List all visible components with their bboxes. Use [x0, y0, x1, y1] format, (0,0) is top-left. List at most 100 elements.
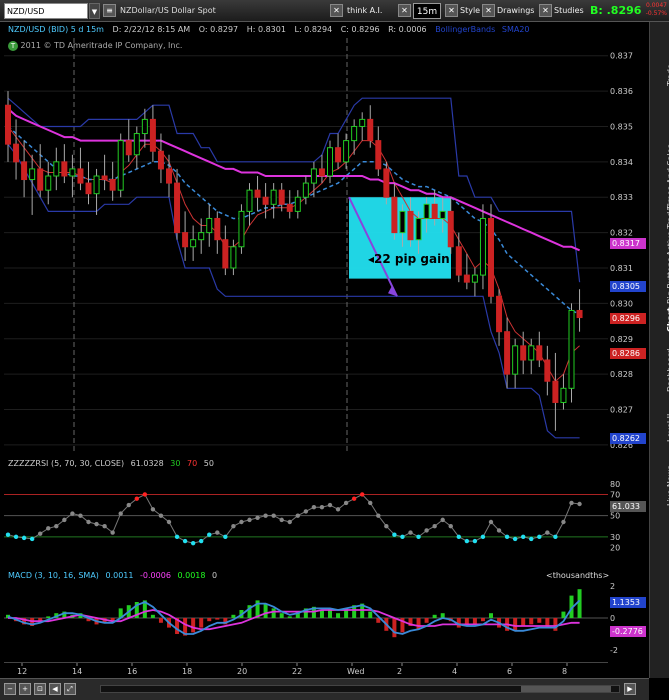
rsi-tick-label: 70 [610, 490, 620, 499]
price-chart[interactable] [4, 38, 608, 452]
macd-histogram-bar [577, 589, 582, 618]
candle-body [182, 232, 189, 248]
macd-axis[interactable]: 210-1-2 [608, 568, 648, 660]
annotation-arrowhead [388, 285, 397, 297]
style-button[interactable]: Style [460, 3, 480, 19]
rsi-point [512, 536, 518, 542]
price-tick-label: 0.830 [610, 299, 633, 308]
candle-body [270, 189, 277, 205]
price-tick-label: 0.832 [610, 229, 633, 238]
candle-body [351, 125, 358, 142]
macd-histogram-bar [199, 618, 204, 628]
macd-chart[interactable] [4, 568, 608, 660]
rsi-point [13, 534, 19, 540]
time-axis[interactable]: 12 14 16 18 20 22 Wed 2 4 6 8 [4, 662, 608, 676]
candle-body [69, 168, 76, 177]
zoom-in-icon[interactable]: + [19, 683, 31, 695]
timeframe-icon[interactable]: ✕ [398, 4, 411, 17]
drawings-icon[interactable]: ✕ [482, 4, 495, 17]
candle-body [479, 217, 486, 276]
timeframe-selector[interactable]: 15m [413, 3, 441, 19]
rsi-point [247, 517, 252, 523]
candle-body [504, 331, 511, 375]
scroll-left-icon[interactable]: ◀ [49, 683, 61, 695]
rsi-point [207, 532, 212, 537]
candle-body [512, 345, 519, 375]
price-tick-label: 0.833 [610, 193, 633, 202]
candle-body [528, 345, 535, 361]
price-tag: 0.8317 [610, 238, 646, 250]
candle-body [222, 239, 229, 269]
copyright-label: 2011 © TD Ameritrade IP Company, Inc. [20, 41, 183, 50]
time-tick-label: 12 [17, 667, 27, 676]
macd-tag-2: -0.2776 [610, 626, 646, 637]
symbol-input[interactable]: NZD/USD [4, 3, 88, 19]
candle-body [359, 118, 366, 127]
style-icon[interactable]: ✕ [445, 4, 458, 17]
rsi-point [368, 500, 373, 506]
symbol-dropdown-icon[interactable]: ▼ [89, 3, 100, 19]
rsi-tick-label: 30 [610, 533, 620, 542]
rsi-point [110, 530, 115, 535]
rsi-point [223, 534, 228, 540]
candle-body [214, 217, 221, 241]
drawings-button[interactable]: Drawings [497, 3, 534, 19]
macd-histogram-bar [336, 613, 341, 618]
time-scrollbar[interactable] [100, 685, 620, 693]
annotation-label[interactable]: ◂22 pip gain [368, 252, 450, 266]
time-tick-label: 4 [452, 667, 457, 676]
candle-body [302, 182, 309, 198]
rsi-point [392, 532, 397, 537]
candle-body [520, 345, 527, 361]
candle-body [85, 182, 92, 195]
rsi-point [5, 532, 11, 537]
macd-histogram-bar [521, 618, 526, 626]
candle-body [238, 210, 245, 248]
rsi-point [134, 496, 139, 501]
rsi-point [553, 534, 558, 540]
rsi-tag: 61.033 [610, 501, 646, 512]
rsi-point [537, 534, 542, 540]
price-tick-label: 0.828 [610, 370, 633, 379]
expand-icon[interactable]: ⤢ [64, 683, 76, 695]
macd-histogram-bar [392, 618, 397, 638]
time-tick-label: 8 [562, 667, 567, 676]
overlay-bollinger-label[interactable]: BollingerBands [435, 25, 495, 34]
rsi-point [545, 530, 550, 535]
scrollbar-thumb[interactable] [521, 686, 611, 692]
candle-body [125, 140, 132, 156]
zoom-out-icon[interactable]: − [4, 683, 16, 695]
chart-footer: − + ⊡ ◀ ⤢ ▶ [0, 678, 649, 700]
candle-body [488, 217, 494, 297]
studies-button[interactable]: Studies [554, 3, 584, 19]
think-ai-button[interactable]: think A.I. [347, 3, 382, 19]
macd-histogram-bar [529, 618, 534, 625]
last-price: B: .8296 [590, 4, 642, 17]
zoom-fit-icon[interactable]: ⊡ [34, 683, 46, 695]
scroll-right-icon[interactable]: ▶ [624, 683, 636, 695]
rsi-point [70, 511, 75, 516]
link-icon[interactable]: ≡ [103, 4, 116, 17]
candle-body [576, 309, 583, 319]
rsi-point [174, 534, 180, 540]
rsi-chart[interactable] [4, 456, 608, 562]
studies-icon[interactable]: ✕ [539, 4, 552, 17]
rsi-point [287, 519, 292, 525]
rsi-point [142, 492, 148, 497]
price-tick-label: 0.836 [610, 87, 633, 96]
candle-body [327, 147, 333, 177]
candle-body [13, 143, 20, 163]
rsi-point [46, 526, 51, 531]
candle-body [133, 133, 140, 156]
time-tick-label: 20 [237, 667, 247, 676]
overlay-sma-label[interactable]: SMA20 [502, 25, 530, 34]
price-tick-label: 0.829 [610, 335, 633, 344]
rsi-tick-label: 20 [610, 543, 620, 552]
candle-body [45, 175, 52, 191]
macd-histogram-bar [513, 618, 518, 631]
candle-body [77, 168, 84, 184]
rsi-point [448, 524, 453, 529]
macd-histogram-bar [553, 618, 558, 631]
rsi-point [271, 513, 276, 518]
think-ai-checkbox-icon[interactable]: ✕ [330, 4, 343, 17]
